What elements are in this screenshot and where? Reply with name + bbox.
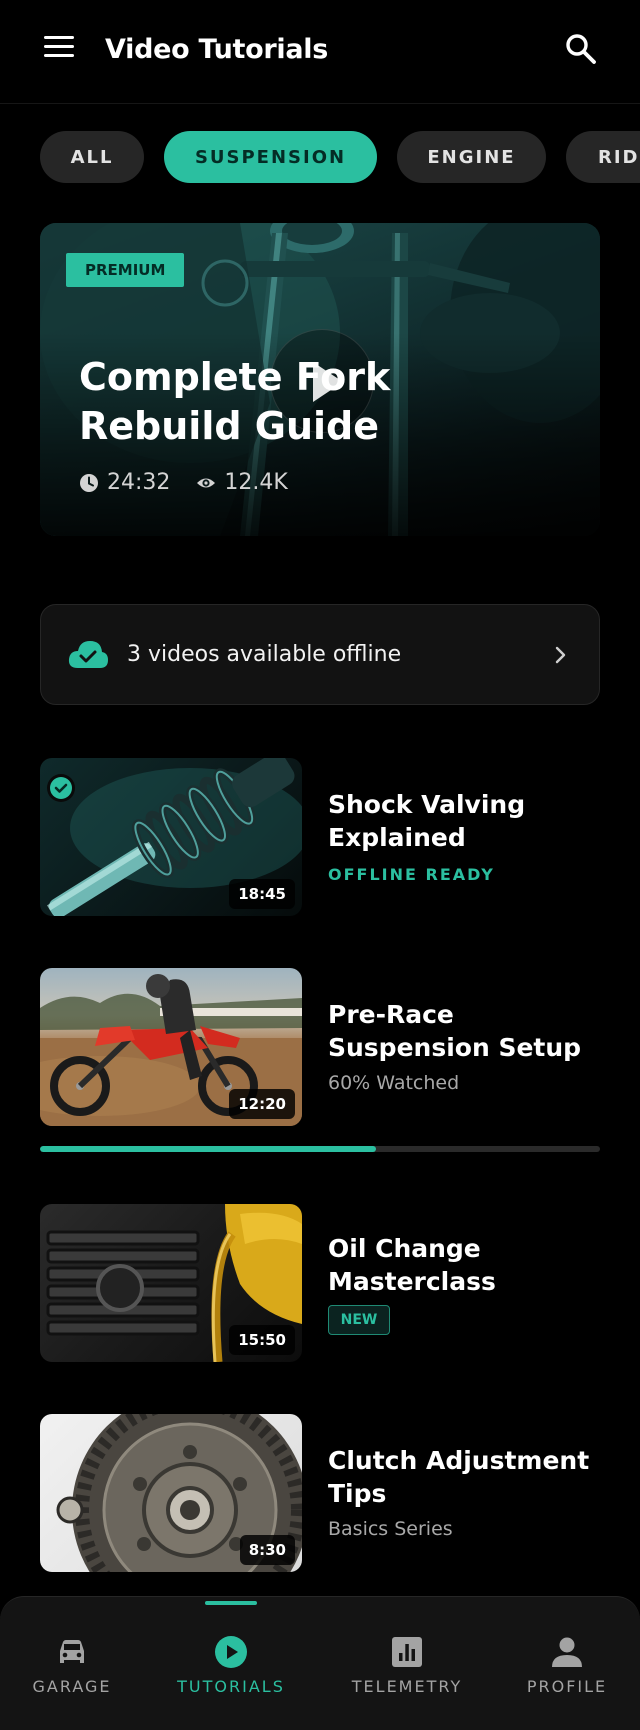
new-badge: NEW [328,1305,390,1335]
premium-badge: PREMIUM [66,253,185,287]
video-title[interactable]: Pre-Race Suspension Setup [328,998,600,1064]
nav-label-telemetry: TELEMETRY [351,1677,463,1696]
list-item[interactable]: 12:20 Pre-Race Suspension Setup 60% Watc… [40,968,600,1128]
category-filter-bar: ALL SUSPENSION ENGINE RIDI [0,131,640,185]
video-title[interactable]: Shock Valving Explained [328,788,600,854]
menu-icon[interactable] [44,36,74,58]
video-duration: 12:20 [229,1089,295,1119]
nav-item-garage[interactable]: GARAGE [2,1597,142,1730]
nav-label-profile: PROFILE [526,1677,608,1696]
clock-icon [80,473,98,492]
video-thumbnail[interactable]: 12:20 [40,968,302,1126]
video-thumbnail[interactable]: 8:30 [40,1414,302,1572]
app-header: Video Tutorials [0,0,640,104]
list-item[interactable]: 15:50 Oil Change Masterclass NEW [40,1204,600,1364]
chip-all[interactable]: ALL [40,131,144,183]
video-duration: 8:30 [239,1535,295,1565]
video-title[interactable]: Clutch Adjustment Tips [328,1444,600,1510]
nav-item-profile[interactable]: PROFILE [497,1597,637,1730]
chevron-right-icon [555,646,566,664]
featured-views: 12.4K [224,470,288,495]
chip-riding[interactable]: RIDI [566,131,640,183]
nav-item-telemetry[interactable]: TELEMETRY [337,1597,477,1730]
list-item[interactable]: 8:30 Clutch Adjustment Tips Basics Serie… [40,1414,600,1574]
watch-progress-label: 60% Watched [328,1072,460,1094]
offline-banner-text: 3 videos available offline [127,642,402,667]
featured-video-card[interactable]: PREMIUM Complete Fork Rebuild Guide 24:3… [40,223,600,536]
featured-duration: 24:32 [107,470,171,495]
offline-ready-label: OFFLINE READY [328,865,495,884]
person-icon [552,1637,582,1667]
watch-progress-bar [40,1146,600,1152]
chip-engine[interactable]: ENGINE [397,131,546,183]
watch-progress-fill [40,1146,376,1152]
list-item[interactable]: 18:45 Shock Valving Explained OFFLINE RE… [40,758,600,918]
nav-label-tutorials: TUTORIALS [177,1677,285,1696]
nav-label-garage: GARAGE [32,1677,112,1696]
featured-title: Complete Fork Rebuild Guide [79,355,391,448]
page-title: Video Tutorials [105,34,329,65]
series-label: Basics Series [328,1518,453,1540]
cloud-check-icon [68,641,108,668]
eye-icon [197,478,216,487]
nav-item-tutorials[interactable]: TUTORIALS [161,1597,301,1730]
bar-chart-icon [392,1637,422,1667]
featured-meta: 24:32 12.4K [79,470,288,495]
chip-suspension[interactable]: SUSPENSION [164,131,377,183]
bottom-navigation: GARAGE TUTORIALS TELEMETRY PROFILE [0,1596,640,1730]
offline-videos-banner[interactable]: 3 videos available offline [40,604,600,705]
video-duration: 15:50 [229,1325,295,1355]
video-duration: 18:45 [229,879,295,909]
downloaded-check-icon [47,774,75,802]
play-circle-icon [215,1636,247,1668]
video-thumbnail[interactable]: 18:45 [40,758,302,916]
video-thumbnail[interactable]: 15:50 [40,1204,302,1362]
car-icon [60,1640,84,1663]
video-title[interactable]: Oil Change Masterclass [328,1232,600,1298]
search-icon[interactable] [564,32,598,66]
